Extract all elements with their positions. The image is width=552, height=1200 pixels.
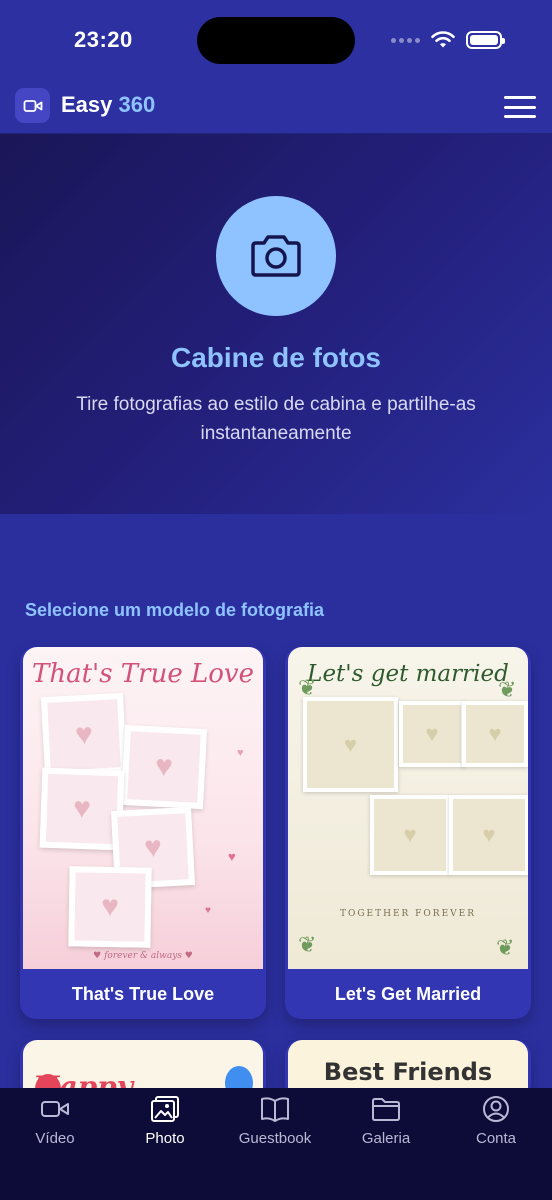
template-thumbnail: That's True Love ♥ ♥ ♥ ♥ ♥ ♥ ♥ ♥ ♥ forev… [23, 647, 263, 969]
template-label: That's True Love [71, 984, 215, 1004]
photo-icon [151, 1096, 179, 1122]
section-title: Selecione um modelo de fotografia [25, 600, 325, 620]
heart-icon: ♥ [343, 731, 358, 757]
heart-icon: ♥ [425, 721, 439, 746]
leaf-icon: ❦ [498, 677, 517, 702]
tab-video[interactable]: Vídeo [0, 1094, 110, 1147]
video-camera-icon [15, 88, 50, 123]
thumb-title: Best Friends [323, 1058, 493, 1086]
hero-banner: Cabine de fotos Tire fotografias ao esti… [0, 134, 552, 514]
heart-icon: ♥ [74, 717, 94, 752]
tab-label: Galeria [361, 1130, 411, 1147]
template-card-married[interactable]: Let's get married ❦ ❦ ♥ ♥ ♥ ♥ ♥ TOGETHER… [285, 647, 531, 1019]
hero-title: Cabine de fotos [170, 342, 381, 373]
folder-icon [372, 1098, 400, 1121]
brand-main: Easy [61, 92, 113, 117]
leaf-icon: ❦ [298, 932, 317, 957]
wifi-icon [431, 31, 455, 48]
template-thumbnail: Let's get married ❦ ❦ ♥ ♥ ♥ ♥ ♥ TOGETHER… [288, 647, 528, 969]
heart-icon: ♥ [205, 905, 211, 916]
template-card-true-love[interactable]: That's True Love ♥ ♥ ♥ ♥ ♥ ♥ ♥ ♥ ♥ forev… [20, 647, 266, 1019]
brand-accent: 360 [118, 92, 156, 117]
heart-icon: ♥ [154, 749, 174, 784]
status-icons [391, 30, 505, 50]
tab-photo[interactable]: Photo [110, 1094, 220, 1147]
tab-galeria[interactable]: Galeria [331, 1094, 441, 1147]
app-header: Easy 360 [0, 82, 552, 134]
status-bar: 23:20 [0, 0, 552, 82]
bottom-tab-bar: Vídeo Photo Guestbook Galeria Conta [0, 1088, 552, 1200]
signal-icon [391, 37, 420, 43]
tab-label: Vídeo [35, 1130, 75, 1147]
battery-icon [466, 31, 505, 49]
tab-label: Guestbook [238, 1130, 312, 1147]
thumb-title: That's True Love [32, 659, 254, 689]
tab-guestbook[interactable]: Guestbook [220, 1094, 330, 1147]
heart-icon: ♥ [403, 822, 417, 847]
thumb-footer: TOGETHER FOREVER [339, 909, 476, 919]
leaf-icon: ❦ [496, 935, 515, 960]
thumb-footer: ♥ forever & always ♥ [93, 951, 193, 961]
tab-label: Photo [145, 1130, 185, 1147]
heart-icon: ♥ [482, 822, 496, 847]
thumb-title: Let's get married [307, 661, 509, 687]
heart-icon: ♥ [72, 791, 92, 826]
book-icon [261, 1097, 289, 1122]
hamburger-menu-icon[interactable] [504, 96, 536, 118]
account-icon [483, 1096, 509, 1122]
heart-icon: ♥ [100, 889, 120, 924]
template-label: Let's Get Married [334, 984, 482, 1004]
status-time: 23:20 [74, 27, 133, 52]
app-brand: Easy 360 [61, 92, 155, 118]
video-icon [41, 1101, 69, 1117]
camera-icon [216, 196, 336, 316]
tab-conta[interactable]: Conta [441, 1094, 551, 1147]
heart-icon: ♥ [228, 849, 236, 864]
hero-subtitle: Tire fotografias ao estilo de cabina e p… [76, 394, 476, 444]
tab-label: Conta [475, 1130, 517, 1147]
heart-icon: ♥ [237, 747, 244, 759]
dynamic-island [197, 17, 355, 64]
heart-icon: ♥ [488, 721, 502, 746]
heart-icon: ♥ [143, 830, 163, 865]
